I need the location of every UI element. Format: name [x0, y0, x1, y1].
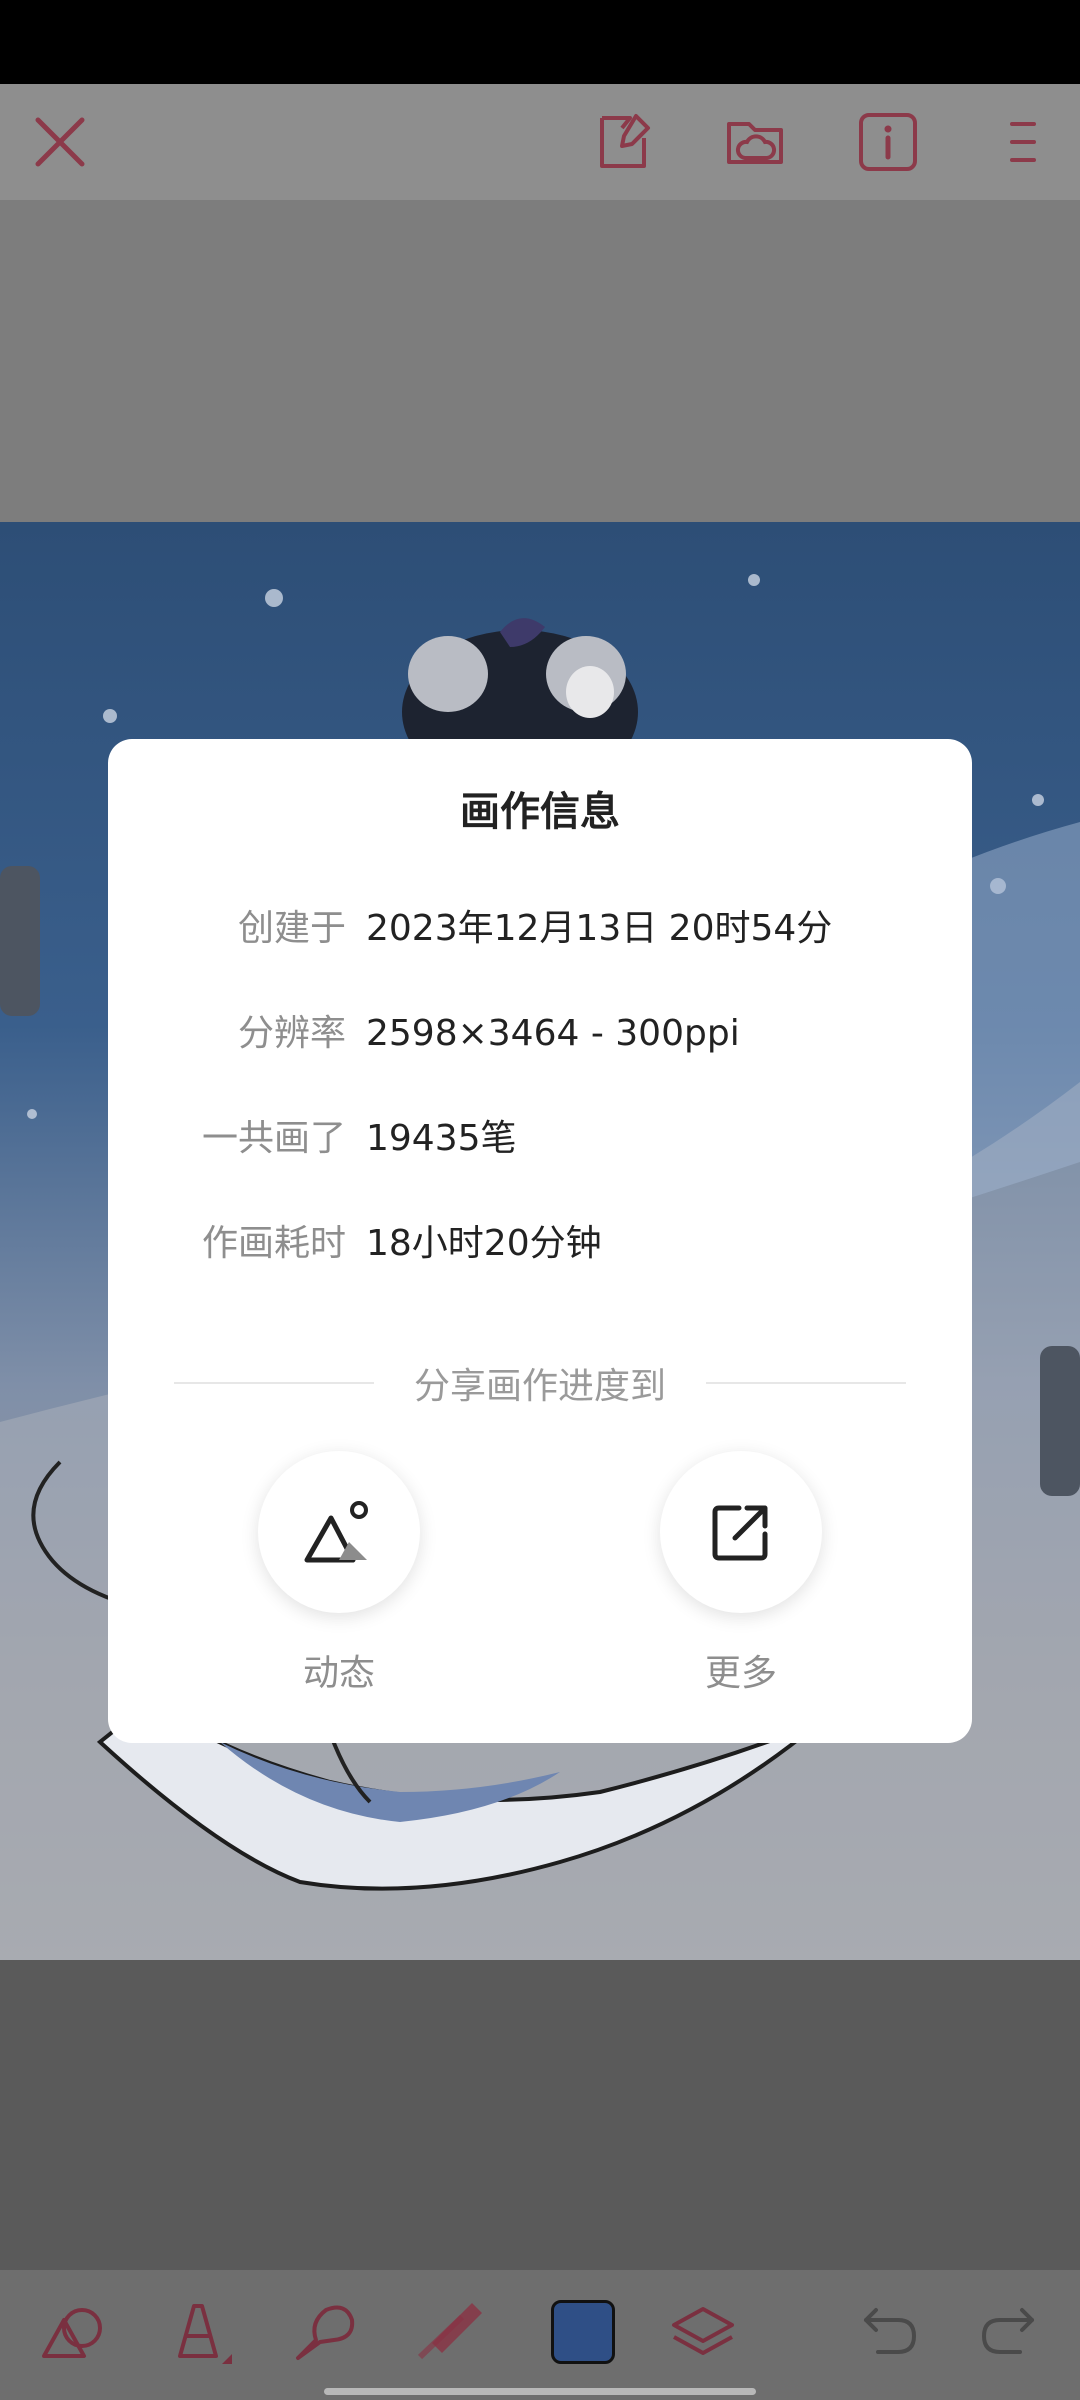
- eraser-brush-icon: [417, 2303, 482, 2360]
- color-swatch: [551, 2300, 615, 2364]
- smudge-tool-icon: [296, 2305, 355, 2360]
- duration-value: 18小时20分钟: [366, 1223, 602, 1264]
- mountain-image-icon: [304, 1501, 368, 1563]
- canvas-margin: [0, 1960, 1080, 2270]
- strokes-label: 一共画了: [201, 1118, 346, 1159]
- undo-icon: [864, 2308, 917, 2354]
- status-bar: [0, 0, 1080, 84]
- share-moments-button[interactable]: [258, 1451, 420, 1613]
- menu-icon: [1010, 122, 1036, 162]
- duration-label: 作画耗时: [201, 1223, 346, 1264]
- home-indicator[interactable]: [324, 2388, 756, 2395]
- close-icon: [35, 117, 85, 167]
- artwork-info-dialog: 画作信息 创建于 2023年12月13日 20时54分 分辨率 2598×346…: [108, 739, 972, 1743]
- resolution-label: 分辨率: [237, 1013, 346, 1054]
- resolution-row: 分辨率 2598×3464 - 300ppi: [108, 1004, 972, 1064]
- resolution-value: 2598×3464 - 300ppi: [366, 1013, 740, 1054]
- cloud-folder-button[interactable]: [720, 106, 792, 178]
- right-slider-handle[interactable]: [1040, 1346, 1080, 1496]
- new-file-icon: [600, 114, 650, 168]
- share-moments-label: 动态: [302, 1653, 375, 1694]
- new-file-button[interactable]: [588, 106, 660, 178]
- redo-icon: [981, 2308, 1034, 2354]
- info-button[interactable]: [852, 106, 924, 178]
- created-value: 2023年12月13日 20时54分: [366, 908, 833, 949]
- share-more-button[interactable]: [660, 1451, 822, 1613]
- strokes-value: 19435笔: [366, 1118, 517, 1159]
- fill-tool-button[interactable]: [164, 2295, 238, 2369]
- close-button[interactable]: [24, 106, 96, 178]
- menu-button[interactable]: [984, 106, 1056, 178]
- smudge-tool-button[interactable]: [288, 2295, 362, 2369]
- created-label: 创建于: [237, 908, 346, 949]
- info-icon: [859, 113, 917, 171]
- shape-tool-icon: [42, 2308, 102, 2358]
- duration-row: 作画耗时 18小时20分钟: [108, 1214, 972, 1274]
- undo-button[interactable]: [852, 2295, 926, 2369]
- redo-button[interactable]: [972, 2295, 1046, 2369]
- left-slider-handle[interactable]: [0, 866, 40, 1016]
- cloud-folder-icon: [727, 122, 783, 164]
- external-share-icon: [712, 1505, 768, 1561]
- shape-tool-button[interactable]: [36, 2295, 110, 2369]
- dialog-title: 画作信息: [460, 789, 620, 835]
- color-swatch-button[interactable]: [546, 2295, 620, 2369]
- layers-button[interactable]: [666, 2295, 740, 2369]
- strokes-row: 一共画了 19435笔: [108, 1109, 972, 1169]
- fill-tool-icon: [178, 2304, 232, 2364]
- divider-right: [706, 1382, 906, 1384]
- share-more-label: 更多: [704, 1653, 777, 1694]
- eraser-brush-button[interactable]: [412, 2295, 486, 2369]
- layers-icon: [672, 2307, 734, 2355]
- created-row: 创建于 2023年12月13日 20时54分: [108, 899, 972, 959]
